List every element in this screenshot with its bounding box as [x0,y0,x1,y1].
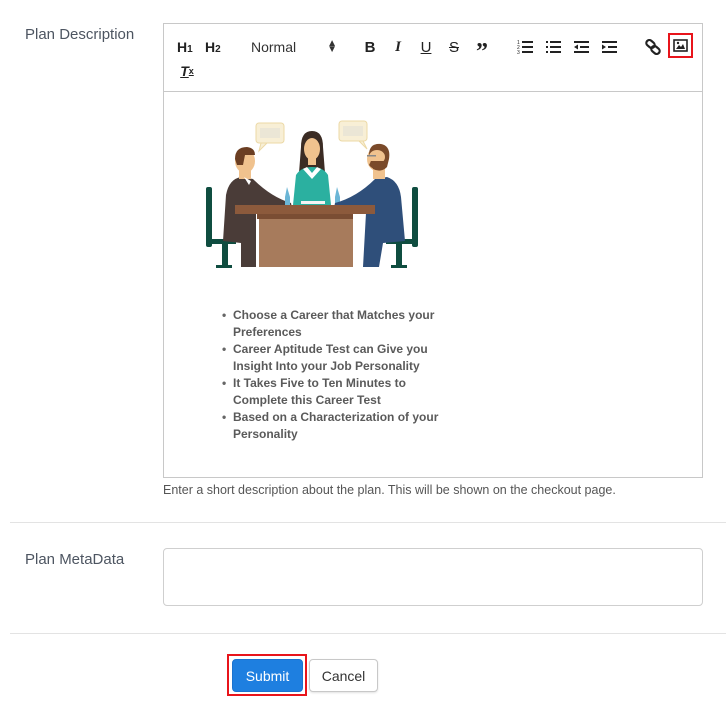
editor-toolbar: H1 H2 Normal ▲ ▼ B I U S ” 123 Tx [164,24,702,92]
bold-button[interactable]: B [360,36,380,58]
image-button[interactable] [668,33,693,58]
section-divider [10,522,726,523]
speech-bubble-right [338,120,368,150]
submit-highlight: Submit [227,654,307,696]
header-2-icon: H [205,39,216,55]
list-item: Career Aptitude Test can Give you Insigh… [222,341,462,375]
plan-metadata-label: Plan MetaData [25,551,125,568]
header-2-button[interactable]: H2 [205,36,221,58]
ordered-list-button[interactable]: 123 [515,36,537,58]
italic-button[interactable]: I [388,36,408,58]
svg-text:3: 3 [517,50,520,55]
link-icon [645,39,661,55]
format-select-value: Normal [251,39,297,55]
link-button[interactable] [642,36,664,58]
select-arrows-icon: ▲ ▼ [327,38,337,55]
indent-icon [602,41,617,53]
editor-bullet-list: Choose a Career that Matches your Prefer… [222,307,462,443]
list-item: Choose a Career that Matches your Prefer… [222,307,462,341]
underline-icon: U [420,38,432,56]
bold-icon: B [364,38,376,56]
ordered-list-icon: 123 [517,40,533,55]
editor-content[interactable]: Choose a Career that Matches your Prefer… [164,92,702,477]
blockquote-button[interactable]: ” [472,36,492,65]
image-icon [673,39,688,52]
plan-metadata-input[interactable] [163,548,703,606]
blockquote-icon: ” [476,38,488,65]
indent-button[interactable] [599,36,621,58]
list-item: It Takes Five to Ten Minutes to Complete… [222,375,462,409]
underline-button[interactable]: U [416,36,436,58]
section-divider [10,633,726,634]
header-1-icon: H [177,39,188,55]
clear-format-icon: T [180,63,189,79]
speech-bubble-left [255,122,285,153]
strike-icon: S [448,38,459,56]
format-select[interactable]: Normal ▲ ▼ [251,36,341,58]
meeting-illustration [206,120,418,268]
bullet-list-icon [546,41,561,53]
header-1-button[interactable]: H1 [177,36,193,58]
bullet-list-button[interactable] [543,36,565,58]
outdent-button[interactable] [571,36,593,58]
submit-button[interactable]: Submit [232,659,303,692]
cancel-button[interactable]: Cancel [309,659,378,692]
rich-text-editor: H1 H2 Normal ▲ ▼ B I U S ” 123 Tx • Choo… [163,23,703,478]
list-item: Based on a Characterization of your Pers… [222,409,462,443]
description-help-text: Enter a short description about the plan… [163,483,616,497]
strike-button[interactable]: S [444,36,464,58]
center-person [285,131,340,205]
clear-format-button[interactable]: Tx [177,60,197,82]
plan-description-label: Plan Description [25,26,135,43]
outdent-icon [574,41,589,53]
italic-icon: I [395,38,401,55]
